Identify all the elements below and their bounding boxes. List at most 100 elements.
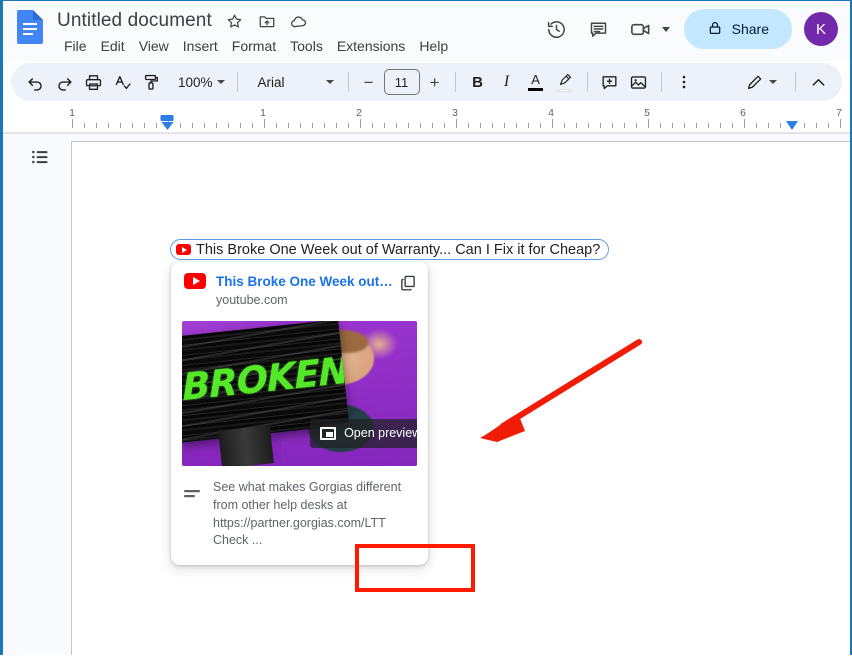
copy-link-icon[interactable] — [397, 272, 419, 294]
ruler-minor-tick — [348, 123, 349, 128]
ruler-minor-tick — [288, 123, 289, 128]
highlight-pen-icon — [559, 73, 571, 85]
star-icon[interactable] — [222, 8, 248, 34]
docs-logo-icon[interactable] — [13, 8, 47, 52]
ruler-major-tick — [648, 119, 649, 128]
more-options-button[interactable] — [670, 68, 698, 96]
ruler-minor-tick — [780, 123, 781, 128]
ruler-minor-tick — [600, 123, 601, 128]
ruler-number: 1 — [69, 107, 75, 119]
ruler-minor-tick — [96, 123, 97, 128]
meet-chevron-down-icon[interactable] — [661, 26, 670, 32]
divider — [236, 72, 238, 92]
meet-camera-icon[interactable] — [621, 9, 661, 49]
ruler-minor-tick — [732, 123, 733, 128]
ruler-minor-tick — [480, 123, 481, 128]
ruler-minor-tick — [432, 123, 433, 128]
bold-button[interactable]: B — [464, 68, 492, 96]
menu-file[interactable]: File — [57, 36, 94, 56]
title-row: Untitled document — [53, 8, 455, 34]
meet-button[interactable] — [621, 9, 676, 49]
font-size-input[interactable]: 11 — [383, 69, 420, 95]
ruler-minor-tick — [696, 123, 697, 128]
toolbar-right-group — [740, 68, 832, 96]
ruler-number: 7 — [836, 107, 842, 119]
zoom-control[interactable]: 100% — [170, 72, 229, 93]
divider — [586, 72, 588, 92]
ruler-number: 3 — [452, 107, 458, 119]
paint-format-button[interactable] — [137, 68, 165, 96]
decrease-font-size-button[interactable]: − — [357, 70, 381, 94]
title-and-menu: Untitled document File Edit View Insert … — [53, 8, 455, 58]
undo-button[interactable] — [21, 68, 49, 96]
text-color-button[interactable]: A — [522, 68, 550, 96]
ruler-minor-tick — [720, 123, 721, 128]
ruler-minor-tick — [180, 123, 181, 128]
preview-panel-icon — [320, 426, 337, 440]
right-indent-marker[interactable] — [786, 121, 798, 130]
menu-help[interactable]: Help — [412, 36, 455, 56]
ruler-major-tick — [744, 119, 745, 128]
text-color-swatch — [528, 87, 544, 92]
italic-button[interactable]: I — [493, 68, 521, 96]
document-page[interactable]: This Broke One Week out of Warranty... C… — [71, 141, 850, 655]
video-thumbnail[interactable]: BROKEN Open preview — [182, 321, 417, 466]
divider — [795, 72, 796, 92]
menu-insert[interactable]: Insert — [176, 36, 225, 56]
comment-history-icon[interactable] — [579, 9, 619, 49]
avatar[interactable]: K — [804, 12, 838, 46]
ruler-minor-tick — [396, 123, 397, 128]
link-preview-title[interactable]: This Broke One Week out of Warra… — [216, 274, 396, 289]
left-indent-marker[interactable] — [160, 115, 174, 130]
ruler-minor-tick — [312, 123, 313, 128]
ruler-minor-tick — [216, 123, 217, 128]
ruler-number: 6 — [740, 107, 746, 119]
ruler-minor-tick — [420, 123, 421, 128]
horizontal-ruler[interactable]: 1 1 2 3 4 5 6 7 — [3, 106, 850, 134]
print-button[interactable] — [79, 68, 107, 96]
link-preview-header[interactable]: This Broke One Week out of Warra… youtub… — [171, 262, 428, 317]
ruler-major-tick — [360, 119, 361, 128]
ruler-minor-tick — [144, 123, 145, 128]
redo-button[interactable] — [50, 68, 78, 96]
open-preview-button[interactable]: Open preview — [310, 418, 417, 448]
version-history-icon[interactable] — [537, 9, 577, 49]
collapse-toolbar-button[interactable] — [804, 68, 832, 96]
link-preview-title-row: This Broke One Week out of Warra… — [184, 273, 415, 289]
ruler-minor-tick — [132, 123, 133, 128]
menu-view[interactable]: View — [132, 36, 176, 56]
spellcheck-button[interactable] — [108, 68, 136, 96]
ruler-minor-tick — [576, 123, 577, 128]
description-lines-icon — [184, 487, 202, 505]
font-family-control[interactable]: Arial — [248, 72, 340, 93]
move-to-folder-icon[interactable] — [254, 8, 280, 34]
add-comment-button[interactable] — [596, 68, 624, 96]
ruler-minor-tick — [492, 123, 493, 128]
smart-link-chip[interactable]: This Broke One Week out of Warranty... C… — [170, 239, 610, 260]
document-outline-icon — [32, 150, 48, 164]
document-title[interactable]: Untitled document — [53, 10, 216, 32]
ruler-minor-tick — [108, 123, 109, 128]
menu-extensions[interactable]: Extensions — [330, 36, 412, 56]
document-outline-button[interactable] — [25, 142, 55, 172]
editing-mode-chevron-down-icon[interactable] — [769, 80, 777, 84]
ruler-minor-tick — [192, 123, 193, 128]
insert-image-button[interactable] — [625, 68, 653, 96]
ruler-minor-tick — [504, 123, 505, 128]
ruler-minor-tick — [444, 123, 445, 128]
increase-font-size-button[interactable]: + — [423, 70, 447, 94]
link-preview-card[interactable]: This Broke One Week out of Warra… youtub… — [171, 262, 428, 565]
highlight-color-button[interactable] — [551, 68, 579, 96]
menu-tools[interactable]: Tools — [283, 36, 330, 56]
menu-format[interactable]: Format — [225, 36, 283, 56]
editing-mode-button[interactable] — [740, 68, 768, 96]
open-preview-label: Open preview — [344, 426, 417, 441]
ruler-minor-tick — [84, 123, 85, 128]
share-button[interactable]: Share — [683, 9, 792, 49]
left-indent-handle[interactable] — [161, 122, 173, 130]
ruler-minor-tick — [756, 123, 757, 128]
first-line-indent-handle[interactable] — [160, 115, 174, 121]
cloud-saved-icon[interactable] — [286, 8, 312, 34]
menu-edit[interactable]: Edit — [94, 36, 132, 56]
font-size-group: − 11 + — [357, 69, 447, 95]
